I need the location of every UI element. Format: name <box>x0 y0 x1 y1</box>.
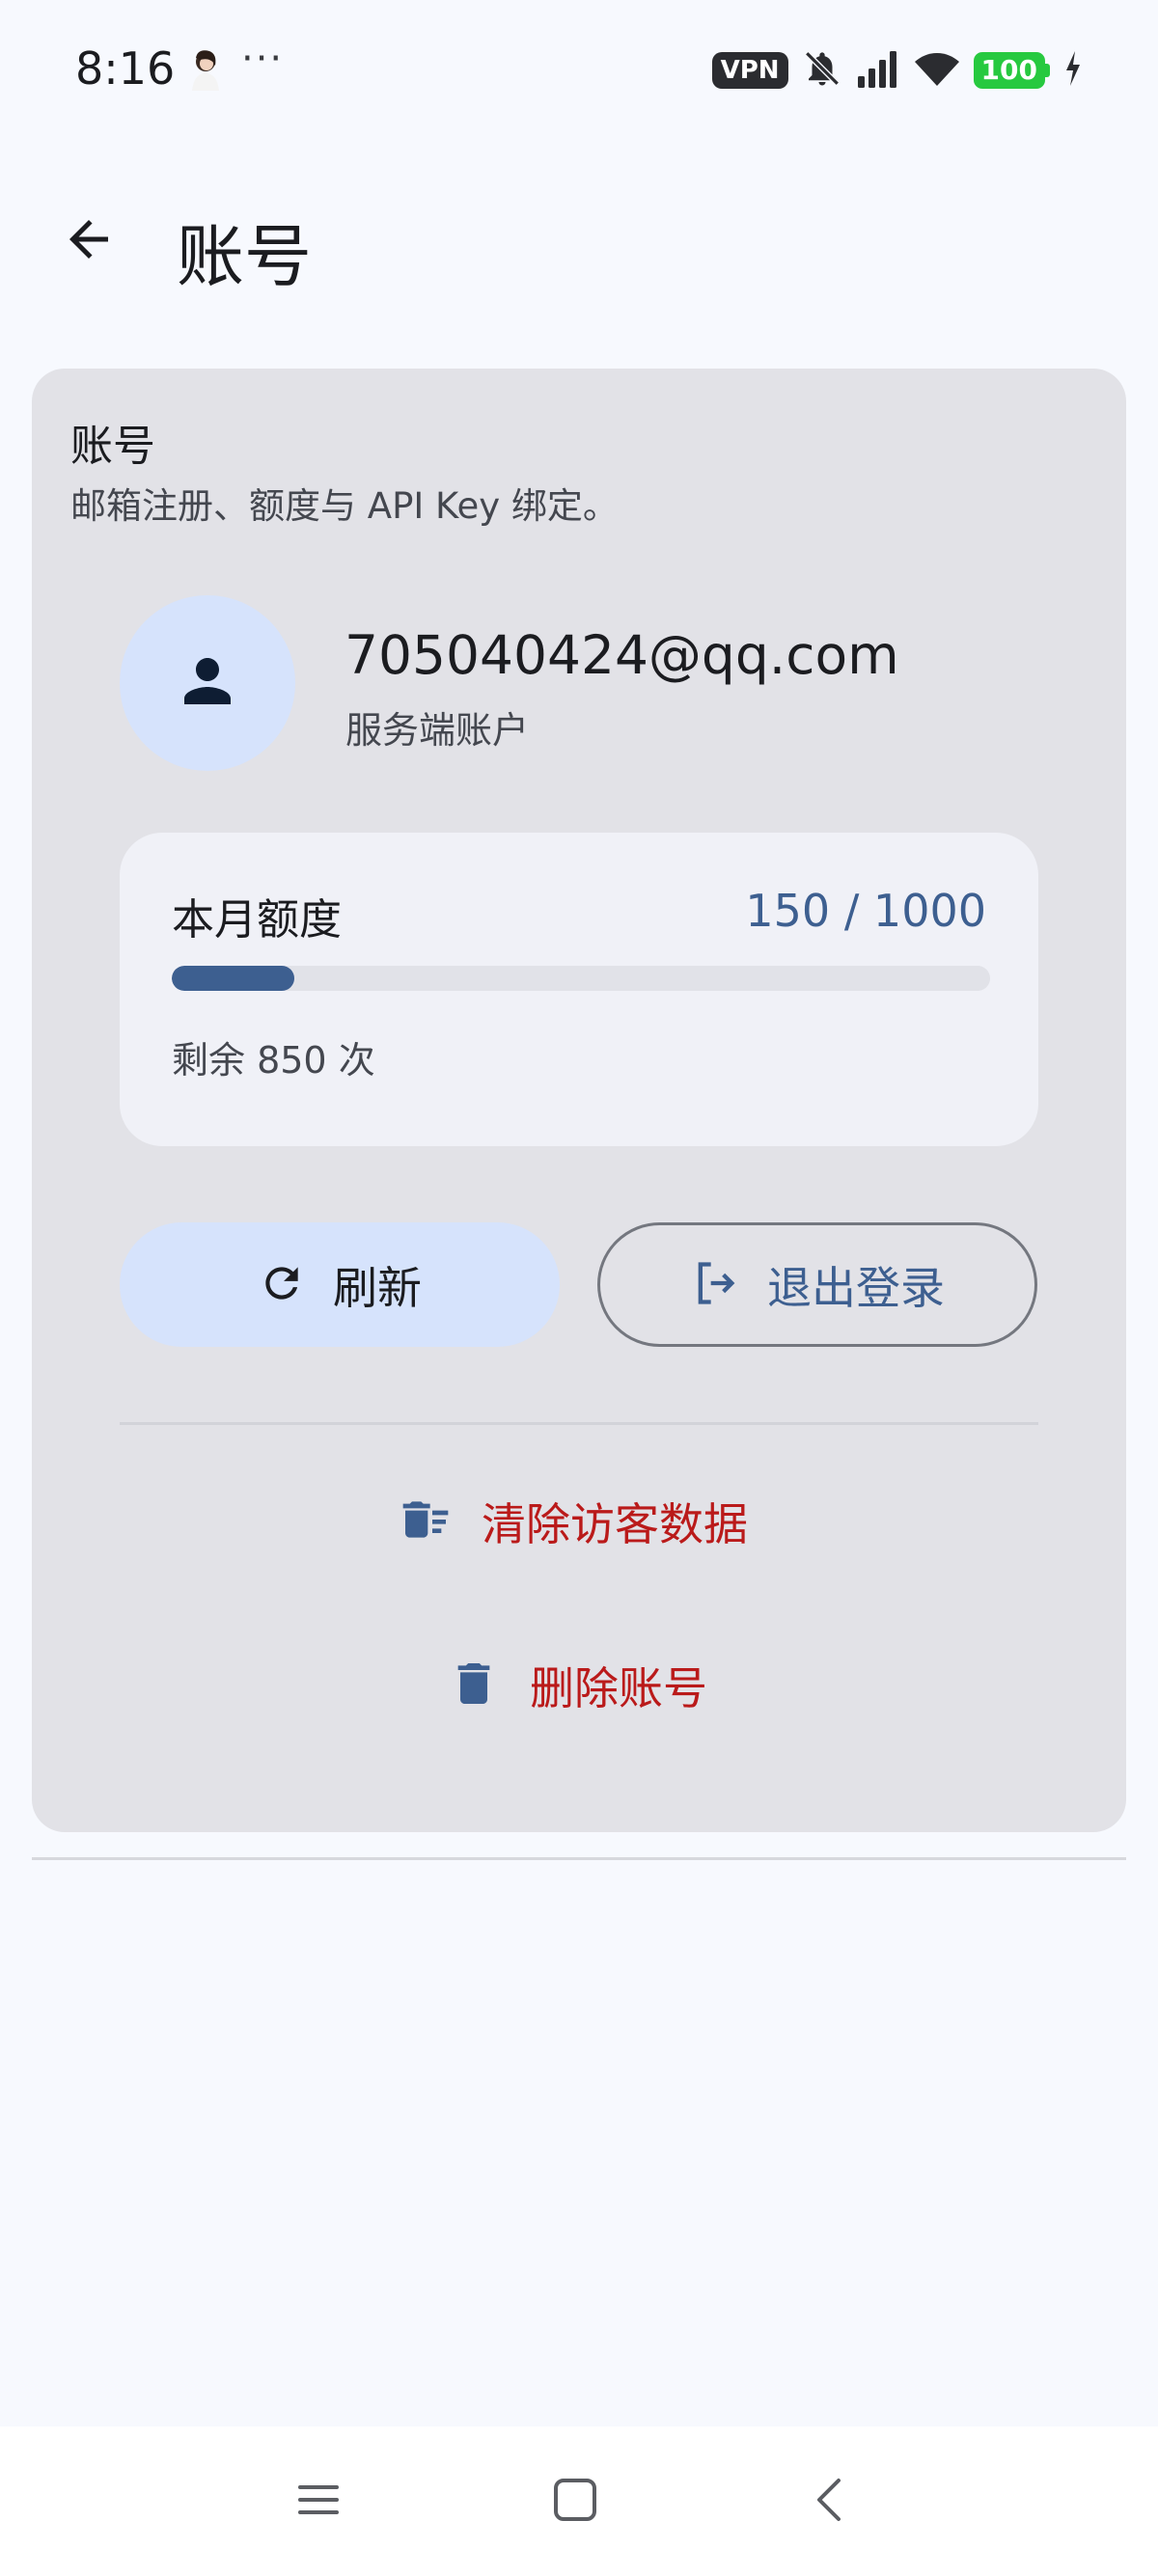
status-icons: VPN 100 <box>711 48 1083 93</box>
trash-icon <box>447 1657 501 1714</box>
bell-off-icon <box>802 48 842 93</box>
notification-avatar-icon <box>186 48 225 91</box>
quota-progress-fill <box>172 966 295 991</box>
home-square-icon <box>551 2476 599 2528</box>
refresh-icon <box>258 1259 306 1311</box>
status-bar: 8:16 ··· VPN 100 <box>0 0 1158 140</box>
status-more-indicator: ··· <box>241 37 285 81</box>
clear-guest-data-button[interactable]: 清除访客数据 <box>399 1478 748 1565</box>
quota-remaining: 剩余 850 次 <box>172 1039 375 1082</box>
delete-account-button[interactable]: 删除账号 <box>447 1642 707 1729</box>
delete-account-label: 删除账号 <box>530 1662 707 1714</box>
logout-label: 退出登录 <box>767 1261 945 1314</box>
clear-guest-data-label: 清除访客数据 <box>482 1498 748 1550</box>
refresh-button[interactable]: 刷新 <box>120 1222 560 1347</box>
user-email: 705040424@qq.com <box>345 624 899 686</box>
back-button[interactable] <box>48 201 129 282</box>
quota-progress-track <box>172 966 990 991</box>
status-time: 8:16 <box>75 42 176 95</box>
menu-icon <box>294 2476 343 2528</box>
avatar <box>120 595 295 771</box>
quota-label: 本月额度 <box>172 895 342 945</box>
nav-back-button[interactable] <box>791 2463 868 2540</box>
charging-icon <box>1063 49 1083 92</box>
vpn-badge: VPN <box>711 52 788 89</box>
delete-sweep-icon <box>399 1493 453 1550</box>
wifi-icon <box>914 49 960 92</box>
battery-indicator: 100 <box>973 52 1050 89</box>
card-divider <box>120 1422 1038 1425</box>
section-description: 邮箱注册、额度与 API Key 绑定。 <box>70 485 619 527</box>
nav-home-button[interactable] <box>537 2463 614 2540</box>
signal-icon <box>856 49 900 92</box>
page-title: 账号 <box>177 217 312 296</box>
account-card: 账号 邮箱注册、额度与 API Key 绑定。 705040424@qq.com… <box>32 369 1126 1832</box>
app-bar: 账号 <box>0 174 1158 299</box>
battery-level: 100 <box>973 52 1045 89</box>
battery-cap <box>1045 64 1050 77</box>
logout-button[interactable]: 退出登录 <box>597 1222 1037 1347</box>
refresh-label: 刷新 <box>333 1261 422 1314</box>
chevron-left-icon <box>806 2476 854 2528</box>
section-title: 账号 <box>70 422 155 471</box>
arrow-back-icon <box>60 210 118 272</box>
person-icon <box>173 646 242 720</box>
system-nav-bar <box>0 2426 1158 2576</box>
account-type: 服务端账户 <box>345 709 530 752</box>
page-divider <box>32 1857 1126 1860</box>
screen: 8:16 ··· VPN 100 账号 账号 邮箱注册、额度与 API Key … <box>0 0 1158 2576</box>
logout-icon <box>690 1258 740 1312</box>
nav-menu-button[interactable] <box>280 2463 357 2540</box>
quota-value: 150 / 1000 <box>745 885 986 937</box>
quota-panel: 本月额度 150 / 1000 剩余 850 次 <box>120 833 1038 1146</box>
